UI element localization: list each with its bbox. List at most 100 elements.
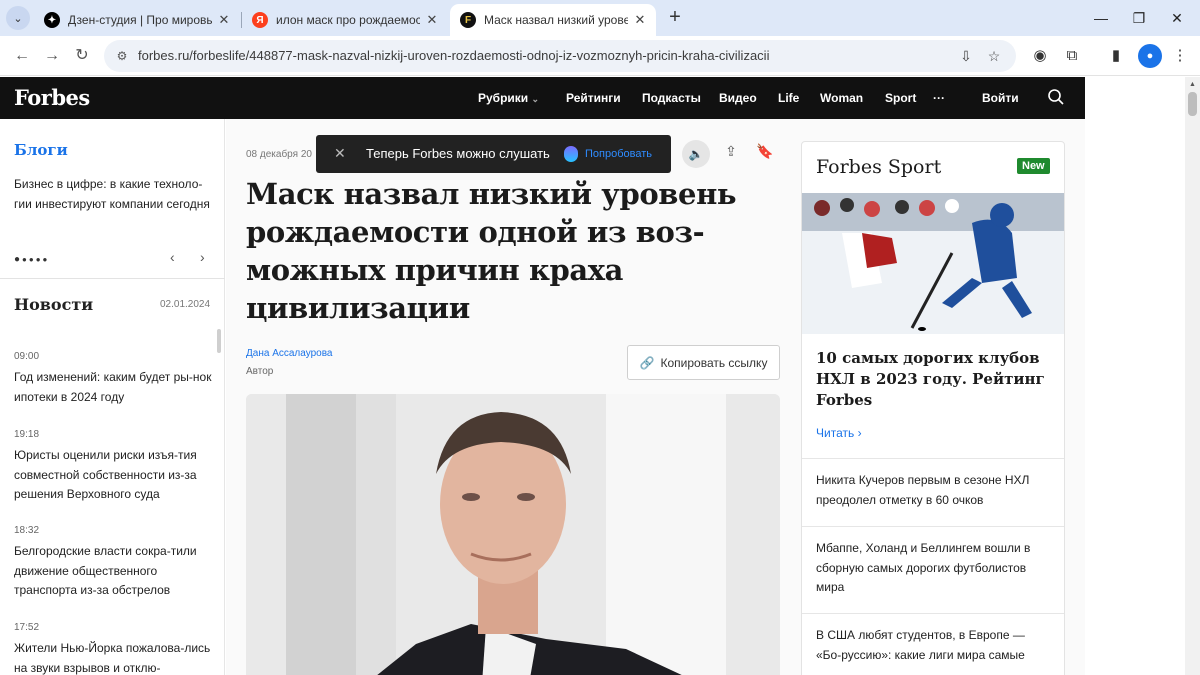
browser-toolbar: ← → ↻ ⚙ forbes.ru/forbeslife/448877-mask…: [0, 36, 1200, 76]
browser-tab-2[interactable]: Я илон маск про рождаемость – ✕: [242, 4, 448, 36]
news-time: 19:18: [14, 429, 40, 440]
tab-title: Дзен-студия | Про мировые те: [68, 13, 212, 27]
page-margin: [1085, 77, 1185, 675]
try-button[interactable]: Попробовать: [585, 148, 652, 160]
chevron-down-icon: ⌄: [531, 94, 540, 104]
reload-icon[interactable]: ↻: [70, 44, 94, 68]
tab-search-button[interactable]: ⌄: [6, 6, 30, 30]
yandex-icon: Я: [252, 12, 268, 28]
close-tab-icon[interactable]: ✕: [632, 12, 648, 28]
news-item[interactable]: 18:32 Белгородские власти сокра-тили дви…: [14, 525, 214, 601]
read-link[interactable]: Читать ›: [816, 426, 862, 440]
new-tab-button[interactable]: +: [665, 7, 685, 28]
sport-news-item[interactable]: Мбаппе, Холанд и Беллингем вошли в сборн…: [816, 539, 1052, 598]
bookmark-star-icon[interactable]: ☆: [984, 46, 1004, 66]
browser-tab-3-active[interactable]: F Маск назвал низкий уровень р ✕: [450, 4, 656, 36]
nav-video[interactable]: Видео: [719, 91, 757, 105]
new-badge: New: [1017, 158, 1050, 174]
install-app-icon[interactable]: ⇩: [956, 46, 976, 66]
forward-icon[interactable]: →: [40, 44, 64, 68]
article-column: 08 декабря 20 ✕ Теперь Forbes можно слуш…: [226, 119, 784, 675]
divider: [0, 278, 225, 279]
listen-toast: ✕ Теперь Forbes можно слушать Попробоват…: [316, 135, 671, 173]
forbes-logo[interactable]: Forbes: [14, 85, 90, 110]
browser-tabstrip: ⌄ ✦ Дзен-студия | Про мировые те ✕ Я ило…: [0, 0, 1200, 36]
close-icon[interactable]: ✕: [334, 145, 346, 162]
read-link-label: Читать: [816, 426, 855, 440]
zen-icon: ✦: [44, 12, 60, 28]
extensions-puzzle-icon[interactable]: ⧉: [1060, 44, 1084, 68]
bookmark-icon[interactable]: 🔖: [754, 143, 776, 165]
news-item[interactable]: 09:00 Год изменений: каким будет ры-нок …: [14, 351, 214, 407]
nav-sport[interactable]: Sport: [885, 91, 916, 105]
news-time: 09:00: [14, 351, 40, 362]
sport-news-item[interactable]: Никита Кучеров первым в сезоне НХЛ преод…: [816, 471, 1052, 510]
divider: [802, 526, 1064, 527]
login-link[interactable]: Войти: [982, 91, 1019, 105]
search-icon[interactable]: [1047, 88, 1067, 108]
chevron-right-icon: ›: [857, 426, 862, 440]
tab-title: Маск назвал низкий уровень р: [484, 13, 628, 27]
forbes-icon: F: [460, 12, 476, 28]
scrollbar-thumb[interactable]: [1188, 92, 1197, 116]
page-scrollbar[interactable]: ▲: [1185, 77, 1200, 675]
news-headline[interactable]: Белгородские власти сокра-тили движение …: [14, 542, 214, 601]
news-time: 17:52: [14, 622, 40, 633]
news-date: 02.01.2024: [160, 299, 211, 310]
nav-life[interactable]: Life: [778, 91, 799, 105]
page-content: Блоги Бизнес в цифре: в какие техноло-ги…: [0, 119, 1085, 675]
news-item[interactable]: 19:18 Юристы оценили риски изъя-тия совм…: [14, 429, 214, 505]
tab-title: илон маск про рождаемость –: [276, 13, 420, 27]
site-info-icon[interactable]: ⚙: [112, 46, 132, 66]
nav-rubrics-label: Рубрики: [478, 91, 529, 105]
news-item[interactable]: 17:52 Жители Нью-Йорка пожалова-лись на …: [14, 622, 214, 675]
sport-news-item[interactable]: В США любят студентов, в Европе — «Бо-ру…: [816, 626, 1052, 665]
article-headline: Маск назвал низкий уровень рождаемости о…: [246, 177, 737, 325]
news-scrollbar[interactable]: [217, 329, 221, 353]
scroll-up-icon[interactable]: ▲: [1189, 81, 1196, 88]
close-tab-icon[interactable]: ✕: [424, 12, 440, 28]
article-photo: [246, 394, 780, 675]
sport-headline[interactable]: 10 самых дорогих клубов НХЛ в 2023 году.…: [816, 348, 1052, 411]
nav-more[interactable]: ···: [933, 91, 945, 105]
forbes-sport-card: Forbes Sport New 10 самых дорогих клубов…: [801, 141, 1065, 675]
left-sidebar: Блоги Бизнес в цифре: в какие техноло-ги…: [0, 119, 225, 675]
listen-audio-icon[interactable]: 🔈: [682, 140, 710, 168]
blog-teaser[interactable]: Бизнес в цифре: в какие техноло-гии инве…: [14, 174, 214, 214]
browser-tab-1[interactable]: ✦ Дзен-студия | Про мировые те ✕: [34, 4, 240, 36]
nav-woman[interactable]: Woman: [820, 91, 863, 105]
carousel-dots[interactable]: ●●●●●: [14, 254, 49, 265]
browser-menu-icon[interactable]: ⋮: [1168, 44, 1192, 68]
chevron-right-icon[interactable]: ›: [200, 249, 205, 265]
article-date: 08 декабря 20: [246, 149, 312, 160]
address-bar[interactable]: ⚙ forbes.ru/forbeslife/448877-mask-nazva…: [104, 40, 1016, 72]
back-icon[interactable]: ←: [10, 44, 34, 68]
share-icon[interactable]: ⇪: [720, 143, 742, 165]
news-time: 18:32: [14, 525, 40, 536]
news-headline[interactable]: Жители Нью-Йорка пожалова-лись на звуки …: [14, 639, 214, 675]
assistant-orb-icon: [564, 146, 578, 162]
profile-avatar-icon[interactable]: ●: [1138, 44, 1162, 68]
copy-link-button[interactable]: 🔗 Копировать ссылку: [627, 345, 780, 380]
close-window-icon[interactable]: ✕: [1154, 6, 1200, 30]
author-role: Автор: [246, 366, 274, 377]
close-tab-icon[interactable]: ✕: [216, 12, 232, 28]
chevron-left-icon[interactable]: ‹: [170, 249, 175, 265]
right-sidebar: Forbes Sport New 10 самых дорогих клубов…: [784, 119, 1085, 675]
news-headline[interactable]: Юристы оценили риски изъя-тия совместной…: [14, 446, 214, 505]
nav-rubrics[interactable]: Рубрики ⌄: [478, 91, 539, 105]
author-link[interactable]: Дана Ассалаурова: [246, 348, 332, 359]
link-icon: 🔗: [639, 355, 655, 370]
extension-icon[interactable]: ◉: [1028, 44, 1052, 68]
url-text[interactable]: forbes.ru/forbeslife/448877-mask-nazval-…: [138, 48, 769, 63]
nav-podcasts[interactable]: Подкасты: [642, 91, 701, 105]
news-heading[interactable]: Новости: [14, 295, 93, 314]
nav-ratings[interactable]: Рейтинги: [566, 91, 621, 105]
blogs-heading[interactable]: Блоги: [14, 141, 68, 159]
news-headline[interactable]: Год изменений: каким будет ры-нок ипотек…: [14, 368, 214, 407]
toast-text: Теперь Forbes можно слушать: [366, 146, 550, 161]
divider: [802, 613, 1064, 614]
side-panel-icon[interactable]: ▮: [1104, 44, 1128, 68]
hockey-photo[interactable]: [802, 193, 1064, 334]
sport-card-title[interactable]: Forbes Sport: [816, 156, 941, 178]
